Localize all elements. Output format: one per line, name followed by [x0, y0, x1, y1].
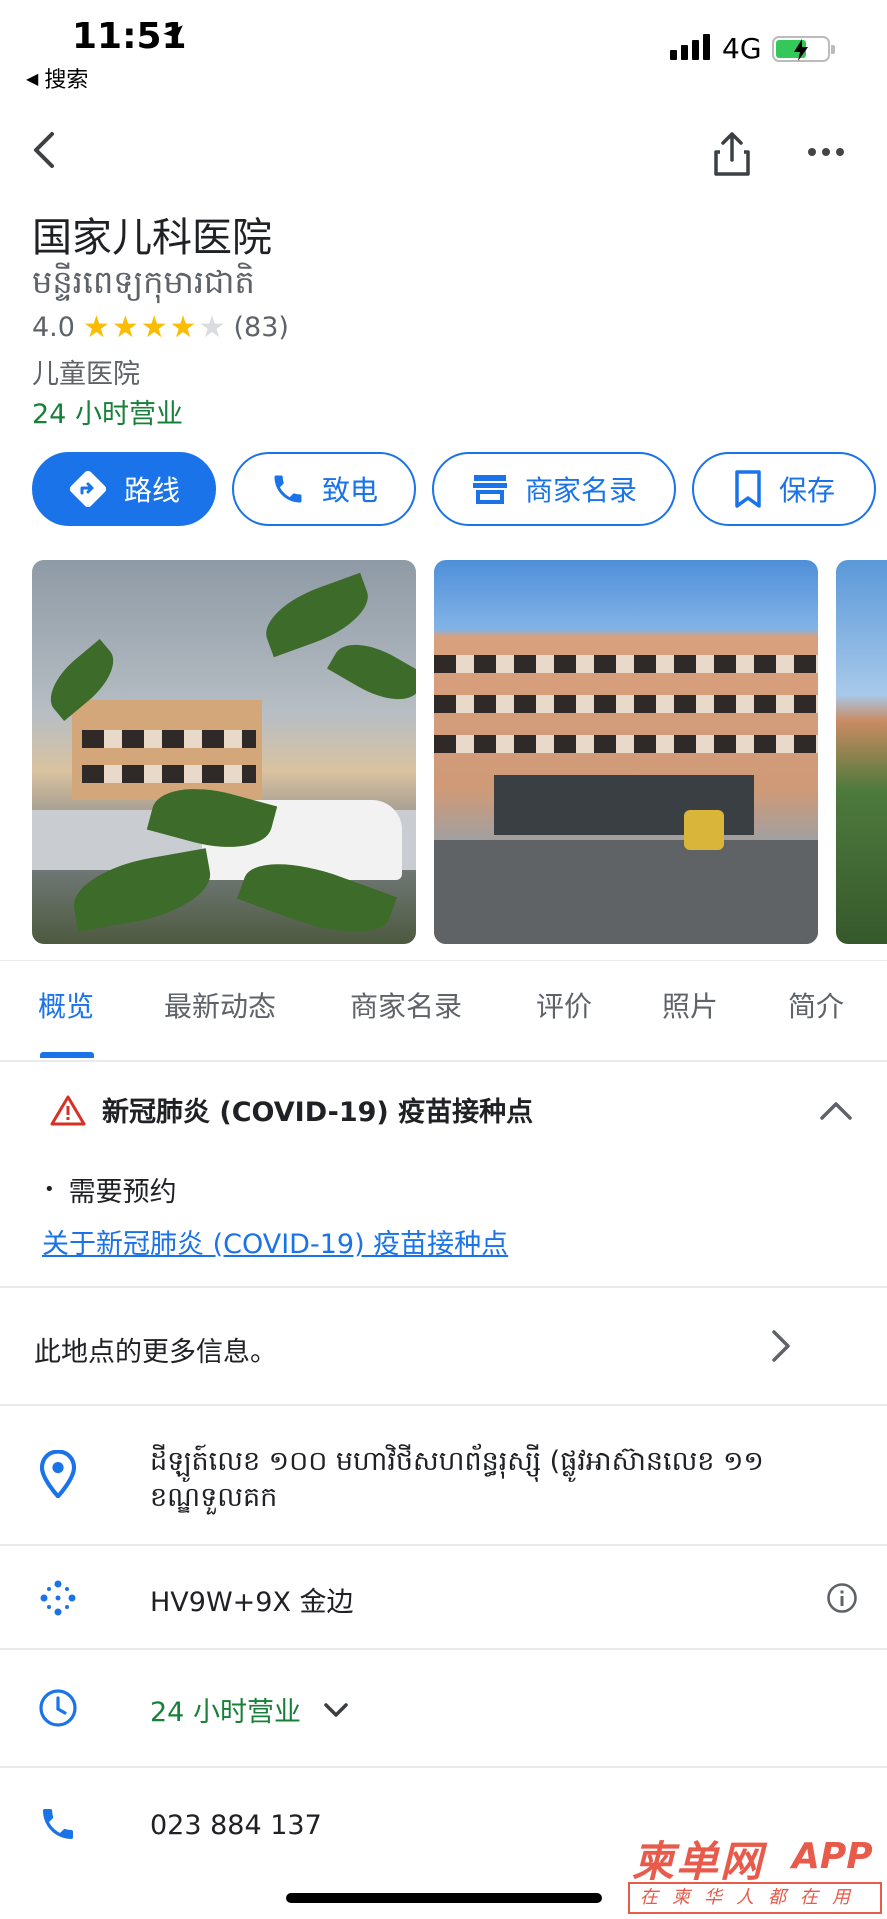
directory-button[interactable]: 商家名录: [432, 452, 676, 526]
phone-number[interactable]: 023 884 137: [150, 1810, 322, 1841]
plus-code[interactable]: HV9W+9X 金边: [150, 1580, 354, 1619]
star-icon: ★: [111, 309, 139, 345]
covid-title: 新冠肺炎 (COVID-19) 疫苗接种点: [102, 1097, 534, 1128]
place-page: 11:51 ◀ 搜索 4G 国家儿科医院 មន្ទីរពេទ្យកុមារជាត…: [0, 0, 887, 1919]
covid-info-link[interactable]: 关于新冠肺炎 (COVID-19) 疫苗接种点: [42, 1222, 508, 1261]
phone-icon: [274, 475, 302, 503]
watermark-brand: 柬单网: [632, 1837, 765, 1886]
open-status: 24 小时营业: [32, 399, 183, 430]
star-empty-icon: ★: [198, 309, 226, 345]
place-local-name: មន្ទីរពេទ្យកុមារជាតិ: [32, 263, 255, 301]
photo-hospital-side[interactable]: [836, 560, 887, 944]
phone-icon: [43, 1809, 73, 1839]
route-label: 路线: [123, 474, 180, 507]
save-button[interactable]: 保存: [692, 452, 876, 526]
location-pin-icon: [39, 1450, 77, 1498]
save-label: 保存: [778, 474, 835, 507]
warning-icon: [50, 1095, 86, 1125]
directory-label: 商家名录: [524, 474, 637, 507]
chevron-down-icon: [324, 1702, 348, 1717]
active-tab-indicator: [40, 1052, 94, 1058]
place-category: 儿童医院: [32, 359, 140, 390]
hours-row[interactable]: 24 小时营业: [150, 1690, 349, 1729]
watermark-slogan: 在柬华人都在用: [628, 1882, 882, 1914]
watermark-logo: 柬单网 APP 在柬华人都在用: [628, 1828, 884, 1918]
photo-hospital-facade[interactable]: [434, 560, 818, 944]
tab-about[interactable]: 简介: [788, 985, 844, 1025]
back-app-label: 搜索: [44, 68, 89, 93]
tab-updates[interactable]: 最新动态: [164, 985, 276, 1025]
clock-icon: [39, 1689, 77, 1727]
directions-icon: [69, 470, 107, 508]
chevron-right-icon[interactable]: [768, 1326, 794, 1366]
status-bar: 11:51 ◀ 搜索 4G: [0, 0, 887, 100]
star-icon: ★: [140, 309, 168, 345]
photo-hospital-front[interactable]: [32, 560, 416, 944]
place-name: 国家儿科医院: [32, 215, 272, 261]
tab-overview[interactable]: 概览: [38, 985, 94, 1025]
tab-reviews[interactable]: 评价: [536, 985, 592, 1025]
review-count: (83): [233, 312, 289, 343]
bookmark-icon: [735, 470, 761, 508]
section-tabs: 概览 最新动态 商家名录 评价 照片 简介: [0, 985, 887, 1055]
battery-icon: [772, 36, 835, 62]
covid-section-header[interactable]: 新冠肺炎 (COVID-19) 疫苗接种点: [50, 1090, 533, 1129]
covid-requirement-text: 需要预约: [68, 1177, 177, 1208]
location-arrow-icon: [163, 25, 183, 45]
photo-carousel[interactable]: [32, 560, 887, 944]
star-icon: ★: [82, 309, 110, 345]
info-icon[interactable]: [826, 1582, 858, 1614]
rating-row[interactable]: 4.0 ★ ★ ★ ★ ★ (83): [32, 312, 289, 343]
call-button[interactable]: 致电: [232, 452, 416, 526]
storefront-icon: [472, 475, 507, 504]
cellular-signal-icon: [670, 32, 710, 60]
chevron-up-icon[interactable]: [818, 1098, 854, 1122]
watermark-app: APP: [792, 1836, 873, 1877]
more-options-icon[interactable]: [808, 148, 844, 156]
route-button[interactable]: 路线: [32, 452, 216, 526]
covid-requirement: • 需要预约: [44, 1170, 177, 1209]
back-arrow-icon[interactable]: [28, 130, 64, 170]
more-info-row[interactable]: 此地点的更多信息。: [34, 1330, 277, 1369]
address[interactable]: ដីឡូត៍លេខ ១០០ មហាវិថីសហព័ន្ធរុស្ស៊ី (ផ្ល…: [150, 1444, 850, 1516]
rating-stars: ★ ★ ★ ★ ★: [82, 309, 226, 345]
call-label: 致电: [321, 474, 378, 507]
tab-directory[interactable]: 商家名录: [350, 985, 462, 1025]
star-icon: ★: [169, 309, 197, 345]
network-type: 4G: [722, 32, 762, 65]
plus-code-icon: [40, 1580, 76, 1616]
tab-photos[interactable]: 照片: [662, 985, 718, 1025]
hours-text: 24 小时营业: [150, 1697, 301, 1728]
home-indicator[interactable]: [286, 1893, 602, 1903]
action-buttons: 路线 致电 商家名录 保存: [32, 452, 876, 526]
rating-value: 4.0: [32, 312, 75, 343]
back-triangle-icon: ◀: [26, 68, 39, 88]
back-to-search[interactable]: ◀ 搜索: [26, 62, 88, 94]
share-icon[interactable]: [712, 130, 752, 178]
